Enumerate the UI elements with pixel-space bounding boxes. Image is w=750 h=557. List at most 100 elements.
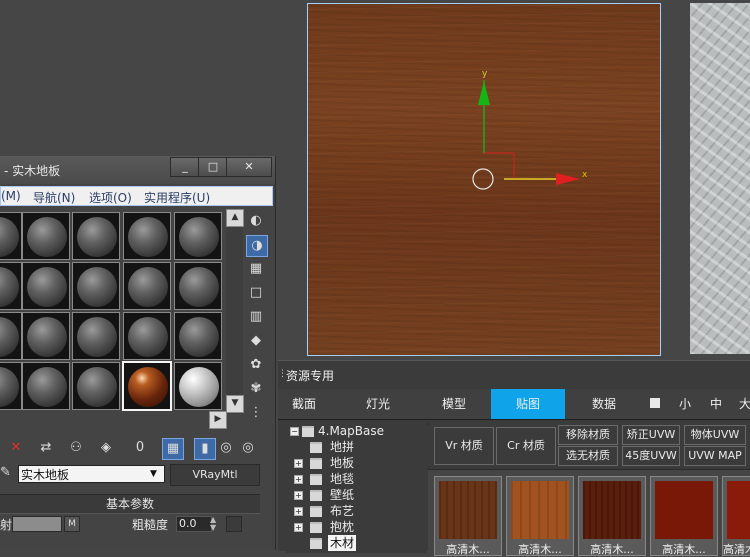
tree-item-label: 布艺 bbox=[330, 504, 355, 518]
tab-models[interactable]: 模型 bbox=[428, 389, 480, 419]
material-slot[interactable] bbox=[72, 262, 120, 310]
material-slot[interactable] bbox=[0, 362, 22, 410]
tab-data[interactable]: 数据 bbox=[578, 389, 630, 419]
size-small[interactable]: 小 bbox=[676, 389, 694, 419]
map-thumbnails: 高清木... 高清木... 高清木... 高清木... 高清木... bbox=[428, 469, 750, 556]
scroll-down-arrow-icon[interactable]: ▼ bbox=[226, 395, 244, 413]
material-slot[interactable] bbox=[22, 362, 70, 410]
map-thumbnail[interactable]: 高清木... bbox=[722, 476, 750, 556]
parameter-row: 射 M 粗糙度 0.0 ▲ ▼ bbox=[0, 516, 270, 538]
map-thumbnail[interactable]: 高清木... bbox=[434, 476, 502, 556]
map-thumbnail[interactable]: 高清木... bbox=[650, 476, 718, 556]
menu-options[interactable]: 选项(O) bbox=[89, 189, 132, 206]
show-in-viewport-icon[interactable]: ▦ bbox=[162, 438, 184, 460]
marble-plane[interactable] bbox=[690, 3, 750, 354]
make-unique-icon[interactable]: ⇄ bbox=[36, 438, 56, 458]
put-to-library-icon[interactable]: ⚇ bbox=[66, 438, 86, 458]
material-actions: Vr 材质 Cr 材质 移除材质 矫正UVW 物体UVW 选无材质 45度UVW… bbox=[428, 425, 750, 467]
backlight-icon[interactable]: ◑ bbox=[246, 235, 268, 257]
transform-gizmo[interactable]: y x bbox=[468, 65, 598, 195]
resource-panel-title: 资源专用 bbox=[286, 369, 335, 383]
diffuse-color-swatch[interactable] bbox=[12, 516, 62, 532]
gizmo-center-circle bbox=[472, 168, 494, 190]
material-slot[interactable] bbox=[72, 312, 120, 360]
thumbnail-label: 高清木... bbox=[590, 543, 634, 556]
material-slot[interactable] bbox=[72, 212, 120, 260]
show-end-result-icon[interactable]: ▮ bbox=[194, 438, 216, 460]
tree-item-label: 抱枕 bbox=[330, 520, 355, 534]
material-slot[interactable] bbox=[22, 212, 70, 260]
material-slot-marble[interactable] bbox=[174, 362, 222, 410]
material-slot[interactable] bbox=[0, 312, 22, 360]
go-forward-sibling-icon[interactable]: ◎ bbox=[238, 438, 258, 458]
go-to-parent-icon[interactable]: ◎ bbox=[216, 438, 236, 458]
sample-uv-tiling-icon[interactable]: □ bbox=[246, 283, 266, 303]
delete-icon[interactable]: ✕ bbox=[6, 438, 26, 458]
material-slot[interactable] bbox=[0, 212, 22, 260]
material-slot[interactable] bbox=[22, 262, 70, 310]
vr-material-button[interactable]: Vr 材质 bbox=[434, 427, 494, 465]
remove-material-button[interactable]: 移除材质 bbox=[558, 425, 618, 445]
material-name-row: ✎ 实木地板 ▼ VRayMtl bbox=[0, 464, 272, 486]
scroll-right-arrow-icon[interactable]: ▶ bbox=[209, 411, 227, 429]
diffuse-map-button[interactable]: M bbox=[64, 516, 80, 532]
tab-section[interactable]: 截面 bbox=[278, 389, 330, 419]
material-slot-wood-selected[interactable] bbox=[122, 361, 172, 411]
material-map-navigator-icon[interactable]: ⋮ bbox=[246, 403, 266, 423]
make-preview-icon[interactable]: ◆ bbox=[246, 331, 266, 351]
material-id-channel-icon[interactable]: ◈ bbox=[96, 438, 116, 458]
view-toggle-checkbox[interactable] bbox=[650, 398, 660, 408]
size-medium[interactable]: 中 bbox=[707, 389, 725, 419]
show-map-icon[interactable]: 0 bbox=[130, 438, 150, 458]
correct-uvw-button[interactable]: 矫正UVW bbox=[622, 425, 680, 445]
scroll-up-arrow-icon[interactable]: ▲ bbox=[226, 209, 244, 227]
menu-navigation[interactable]: 导航(N) bbox=[33, 189, 75, 206]
rollout-basic-parameters[interactable]: 基本参数 bbox=[0, 494, 260, 514]
roughness-spinner-arrows-icon[interactable]: ▲ ▼ bbox=[210, 516, 220, 532]
menu-utilities[interactable]: 实用程序(U) bbox=[144, 189, 210, 206]
cr-material-button[interactable]: Cr 材质 bbox=[496, 427, 556, 465]
chevron-down-icon[interactable]: ▼ bbox=[150, 469, 157, 479]
slots-scrollbar[interactable]: ▲ ▼ bbox=[226, 209, 244, 414]
folder-tree: − 4.MapBase 地拼 + 地板 + 地毯 + 壁纸 + 布艺 + 抱枕 … bbox=[286, 423, 426, 553]
tree-item-label: 地毯 bbox=[330, 472, 355, 486]
gizmo-y-arrow bbox=[478, 81, 490, 105]
thumbnail-label: 高清木... bbox=[662, 543, 706, 556]
material-slot[interactable] bbox=[174, 212, 222, 260]
material-slot[interactable] bbox=[174, 312, 222, 360]
material-slot[interactable] bbox=[174, 262, 222, 310]
window-title: - 实木地板 bbox=[4, 164, 61, 178]
options-icon[interactable]: ✿ bbox=[246, 355, 266, 375]
material-slot[interactable] bbox=[123, 212, 171, 260]
material-slot[interactable] bbox=[72, 362, 120, 410]
eyedropper-icon[interactable]: ✎ bbox=[0, 465, 11, 480]
roughness-input[interactable]: 0.0 bbox=[176, 516, 212, 532]
material-editor-titlebar[interactable]: - 实木地板 _ □ ✕ bbox=[0, 156, 275, 184]
size-large[interactable]: 大 bbox=[736, 389, 750, 419]
minimize-button[interactable]: _ bbox=[170, 157, 200, 177]
sample-type-icon[interactable]: ◐ bbox=[246, 211, 266, 231]
tab-maps[interactable]: 贴图 bbox=[491, 389, 565, 419]
material-slot[interactable] bbox=[123, 262, 171, 310]
background-checker-icon[interactable]: ▦ bbox=[246, 259, 266, 279]
close-button[interactable]: ✕ bbox=[226, 157, 272, 177]
video-color-check-icon[interactable]: ▥ bbox=[246, 307, 266, 327]
uvw-45-button[interactable]: 45度UVW bbox=[622, 446, 680, 466]
material-name-field[interactable]: 实木地板 bbox=[18, 465, 165, 483]
object-uvw-button[interactable]: 物体UVW bbox=[684, 425, 746, 445]
material-slot[interactable] bbox=[123, 312, 171, 360]
material-type-button[interactable]: VRayMtl bbox=[170, 464, 260, 486]
uvw-map-button[interactable]: UVW MAP bbox=[684, 446, 746, 466]
select-by-material-icon[interactable]: ✾ bbox=[246, 379, 266, 399]
thumbnail-label: 高清木... bbox=[518, 543, 562, 556]
material-slots-grid bbox=[0, 212, 224, 412]
tab-lights[interactable]: 灯光 bbox=[352, 389, 404, 419]
material-slot[interactable] bbox=[0, 262, 22, 310]
map-thumbnail[interactable]: 高清木... bbox=[578, 476, 646, 556]
material-slot[interactable] bbox=[22, 312, 70, 360]
roughness-map-button[interactable] bbox=[226, 516, 242, 532]
menu-material[interactable]: (M) bbox=[1, 189, 21, 203]
maximize-button[interactable]: □ bbox=[198, 157, 228, 177]
select-no-material-button[interactable]: 选无材质 bbox=[558, 446, 618, 466]
map-thumbnail[interactable]: 高清木... bbox=[506, 476, 574, 556]
